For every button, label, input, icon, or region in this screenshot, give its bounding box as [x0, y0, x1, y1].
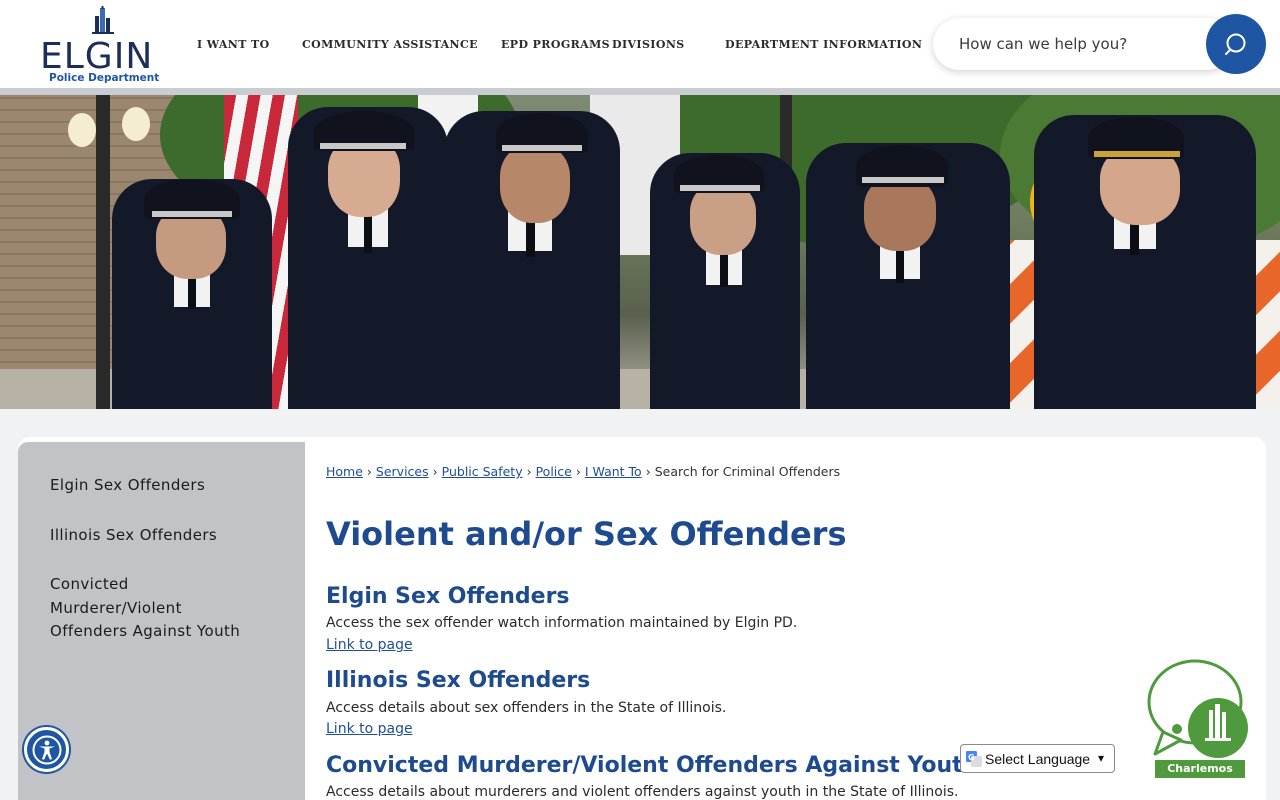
sidebar-item-elgin-sex-offenders[interactable]: Elgin Sex Offenders [50, 474, 270, 498]
sidebar-item-convicted-murderer[interactable]: Convicted Murderer/Violent Offenders Aga… [50, 573, 250, 644]
language-select-label: Select Language [985, 751, 1091, 767]
search-box [933, 18, 1233, 70]
officer [806, 143, 1010, 409]
chat-widget[interactable]: Charlemos [1145, 658, 1250, 780]
section-link-illinois[interactable]: Link to page [326, 721, 413, 737]
hero-top-border [0, 88, 1280, 95]
breadcrumb-public-safety[interactable]: Public Safety [442, 464, 523, 479]
section-title-elgin[interactable]: Elgin Sex Offenders [326, 584, 570, 609]
page-title: Violent and/or Sex Offenders [326, 515, 847, 553]
logo-subtitle: Police Department [49, 72, 160, 84]
hero-banner-photo [0, 95, 1280, 409]
breadcrumb-home[interactable]: Home [326, 464, 363, 479]
breadcrumb-separator: › [575, 464, 581, 479]
breadcrumb-services[interactable]: Services [376, 464, 429, 479]
chevron-down-icon: ▾ [1098, 751, 1105, 765]
accessibility-icon [32, 735, 62, 765]
logo-wordmark: ELGIN [40, 36, 154, 77]
lamp-globe [68, 113, 96, 147]
search-icon [1225, 33, 1246, 55]
lamp-post [96, 95, 110, 409]
breadcrumb-separator: › [366, 464, 372, 479]
site-header: ELGIN Police Department I WANT TO COMMUN… [0, 0, 1280, 88]
lamp-globe [122, 107, 150, 141]
sidebar-item-illinois-sex-offenders[interactable]: Illinois Sex Offenders [50, 524, 270, 548]
section-desc-illinois: Access details about sex offenders in th… [326, 700, 727, 716]
elgin-pd-logo[interactable]: ELGIN Police Department [38, 6, 166, 86]
city-tower-icon [92, 6, 114, 34]
breadcrumb-police[interactable]: Police [536, 464, 572, 479]
officer [444, 111, 620, 409]
breadcrumb-separator: › [645, 464, 651, 479]
section-title-convicted[interactable]: Convicted Murderer/Violent Offenders Aga… [326, 753, 978, 778]
breadcrumb-separator: › [432, 464, 438, 479]
nav-i-want-to[interactable]: I WANT TO [197, 38, 270, 51]
officer [650, 153, 800, 409]
officer [1034, 115, 1256, 409]
chat-label: Charlemos [1155, 760, 1245, 778]
nav-community-assistance[interactable]: COMMUNITY ASSISTANCE [302, 38, 478, 51]
google-translate-icon: G [966, 751, 982, 767]
nav-epd-programs[interactable]: EPD PROGRAMS [501, 38, 610, 51]
section-desc-convicted: Access details about murderers and viole… [326, 784, 959, 800]
breadcrumb-separator: › [526, 464, 532, 479]
breadcrumb-i-want-to[interactable]: I Want To [585, 464, 642, 479]
search-button[interactable] [1206, 14, 1266, 74]
breadcrumb: Home › Services › Public Safety › Police › I Wan… [326, 464, 840, 479]
search-input[interactable] [959, 32, 1209, 56]
accessibility-button[interactable] [24, 727, 69, 772]
section-desc-elgin: Access the sex offender watch informatio… [326, 615, 798, 631]
section-title-illinois[interactable]: Illinois Sex Offenders [326, 668, 590, 693]
officer [288, 107, 448, 409]
officer [112, 179, 272, 409]
nav-department-information[interactable]: DEPARTMENT INFORMATION [725, 38, 922, 51]
chat-bubble-icon [1147, 659, 1248, 758]
svg-text:G: G [968, 753, 975, 762]
nav-divisions[interactable]: DIVISIONS [612, 38, 685, 51]
section-link-elgin[interactable]: Link to page [326, 637, 413, 653]
breadcrumb-current: Search for Criminal Offenders [654, 464, 841, 479]
language-select[interactable]: G Select Language ▾ [960, 744, 1115, 773]
